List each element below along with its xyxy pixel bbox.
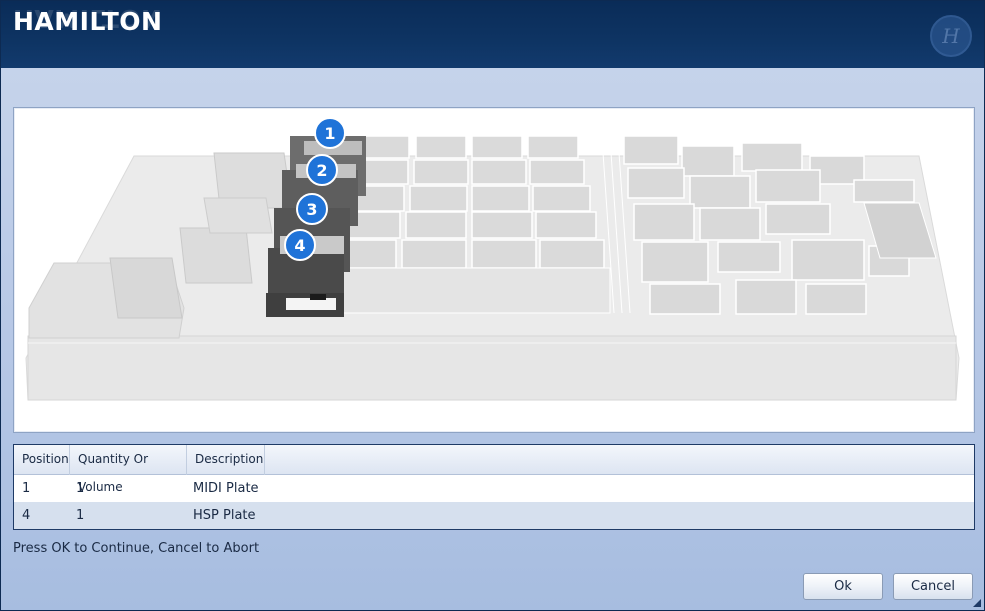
cell-description: HSP Plate xyxy=(193,508,256,523)
hamilton-logo-reflection: HAMILTON xyxy=(13,4,163,33)
cell-quantity: 1 xyxy=(76,508,85,523)
cancel-button[interactable]: Cancel xyxy=(893,573,973,600)
position-marker-label: 4 xyxy=(294,236,305,255)
position-marker-label: 1 xyxy=(324,124,335,143)
hamilton-emblem-icon: H xyxy=(930,15,972,57)
cell-position: 4 xyxy=(22,508,31,523)
table-row[interactable]: 4 1 HSP Plate xyxy=(14,502,974,529)
header-banner: HAMILTON HAMILTON H xyxy=(1,1,984,68)
position-marker-1: 1 xyxy=(314,117,346,149)
position-marker-4: 4 xyxy=(284,229,316,261)
cell-description: MIDI Plate xyxy=(193,481,259,496)
position-marker-label: 3 xyxy=(306,200,317,219)
column-header-position[interactable]: Position xyxy=(14,445,70,475)
svg-text:H: H xyxy=(941,24,960,48)
cell-quantity: 1 xyxy=(76,481,85,496)
position-marker-label: 2 xyxy=(316,161,327,180)
table-header: Position Quantity Or Volume Description xyxy=(14,445,974,494)
resize-grip-icon[interactable] xyxy=(973,599,981,607)
column-header-quantity[interactable]: Quantity Or Volume xyxy=(70,445,187,494)
ok-button[interactable]: Ok xyxy=(803,573,883,600)
status-message: Press OK to Continue, Cancel to Abort xyxy=(13,541,260,556)
table-row[interactable]: 1 1 MIDI Plate xyxy=(14,475,974,502)
position-marker-3: 3 xyxy=(296,193,328,225)
labware-table: Position Quantity Or Volume Description … xyxy=(13,444,975,530)
deck-front xyxy=(27,335,957,401)
column-header-description[interactable]: Description xyxy=(187,445,265,475)
deck-layout-image: 1 2 3 4 xyxy=(25,117,960,401)
dialog-window: HAMILTON HAMILTON H 1 2 3 4 Position Qua… xyxy=(0,0,985,611)
cell-position: 1 xyxy=(22,481,31,496)
column-header-filler xyxy=(265,445,974,475)
deck-layout-panel: 1 2 3 4 xyxy=(13,107,975,433)
position-marker-2: 2 xyxy=(306,154,338,186)
